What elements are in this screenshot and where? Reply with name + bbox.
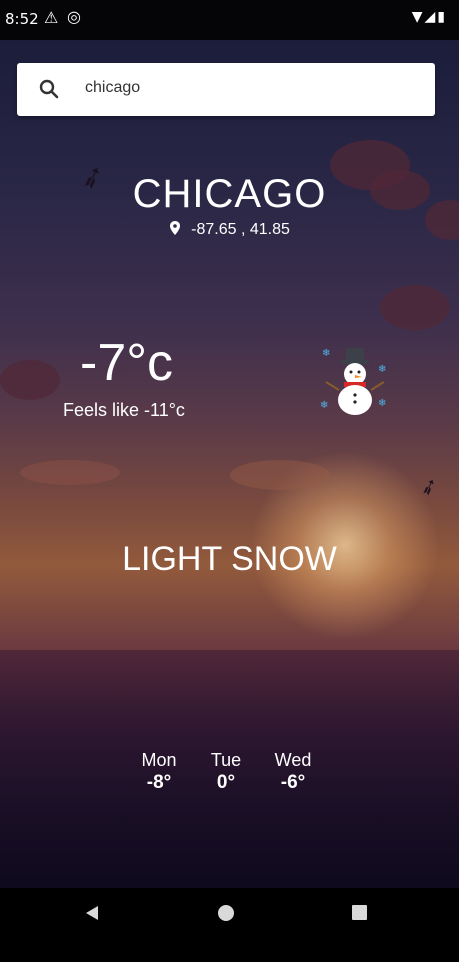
coordinates: -87.65 , 41.85	[0, 221, 459, 239]
forecast-day: Mon -8°	[129, 750, 189, 794]
forecast-day-temp: 0°	[216, 772, 236, 793]
search-bar[interactable]: chicago	[17, 63, 435, 116]
city-name: CHICAGO	[132, 172, 327, 216]
warning-icon: ⚠	[44, 8, 59, 27]
forecast-day-label: Tue	[210, 750, 242, 770]
forecast-day-label: Wed	[274, 750, 312, 770]
coordinates-text: -87.65 , 41.85	[191, 221, 290, 238]
signal-icon: ◢	[424, 9, 438, 25]
svg-text:❄: ❄	[378, 398, 386, 409]
battery-icon: ▮	[437, 9, 447, 25]
recent-apps-icon[interactable]	[352, 905, 367, 920]
cloud	[0, 360, 60, 400]
svg-text:❄: ❄	[320, 400, 328, 411]
sync-icon: ◎	[67, 7, 81, 26]
forecast-day: Tue 0°	[196, 750, 256, 794]
location-pin-icon	[170, 221, 181, 235]
feels-like: Feels like -11°c	[63, 400, 185, 420]
cloud	[230, 460, 330, 490]
forecast-day-temp: -8°	[146, 772, 172, 793]
status-bar: 8:52 ⚠ ◎ ▼◢▮	[0, 0, 459, 40]
status-icons: ▼◢▮	[412, 9, 447, 25]
home-icon[interactable]	[218, 905, 234, 921]
forecast-day-label: Mon	[141, 750, 177, 770]
snowman-icon: ❄ ❄ ❄ ❄	[320, 348, 386, 415]
search-icon[interactable]	[37, 77, 61, 101]
forecast-day: Wed -6°	[263, 750, 323, 794]
svg-text:❄: ❄	[322, 348, 330, 359]
navigation-bar	[0, 888, 459, 962]
cloud	[380, 285, 450, 330]
search-input[interactable]: chicago	[85, 79, 140, 97]
status-time: 8:52	[5, 10, 39, 28]
wifi-icon: ▼	[411, 9, 425, 25]
cloud	[20, 460, 120, 485]
current-temperature: -7°c	[80, 334, 174, 392]
svg-text:❄: ❄	[378, 364, 386, 375]
forecast-day-temp: -6°	[280, 772, 306, 793]
weather-condition: LIGHT SNOW	[122, 540, 337, 578]
back-icon[interactable]	[84, 905, 100, 921]
